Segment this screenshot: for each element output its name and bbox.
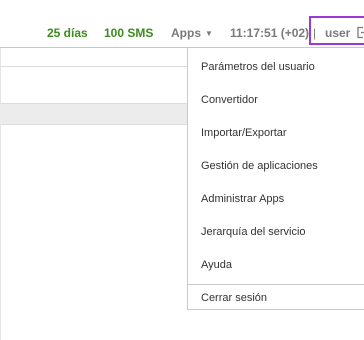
sms-balance: 100 SMS: [104, 26, 154, 40]
clock: 11:17:51 (+02): [230, 26, 310, 40]
content-left-border: [0, 48, 1, 340]
menu-item-help[interactable]: Ayuda: [201, 259, 232, 271]
content-band: [0, 103, 187, 125]
page: 25 días 100 SMS Apps ▼ 11:17:51 (+02) | u…: [0, 0, 364, 340]
days-remaining: 25 días: [47, 26, 88, 40]
user-dropdown-menu: Parámetros del usuario Convertidor Impor…: [187, 48, 364, 310]
apps-label: Apps: [171, 26, 201, 40]
menu-item-service-hierarchy[interactable]: Jerarquía del servicio: [201, 226, 306, 238]
menu-item-converter[interactable]: Convertidor: [201, 94, 258, 106]
menu-divider: [188, 284, 364, 285]
menu-item-user-parameters[interactable]: Parámetros del usuario: [201, 61, 315, 73]
content-divider: [0, 66, 187, 67]
menu-item-app-management[interactable]: Gestión de aplicaciones: [201, 160, 318, 172]
menu-item-manage-apps[interactable]: Administrar Apps: [201, 193, 284, 205]
caret-down-icon: ▼: [205, 29, 213, 38]
apps-menu-button[interactable]: Apps ▼: [171, 27, 213, 40]
menu-item-import-export[interactable]: Importar/Exportar: [201, 127, 287, 139]
menu-item-logout[interactable]: Cerrar sesión: [201, 292, 267, 304]
user-menu-button[interactable]: [309, 16, 364, 45]
